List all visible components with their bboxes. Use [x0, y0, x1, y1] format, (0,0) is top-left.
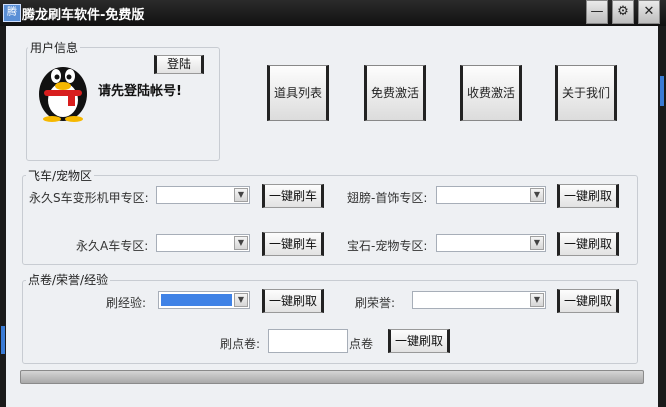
minimize-button[interactable]: — — [586, 0, 608, 24]
points-legend: 点卷/荣誉/经验 — [26, 271, 111, 288]
honor-refresh-button[interactable]: 一键刷取 — [557, 289, 619, 313]
coupon-input[interactable] — [268, 329, 348, 353]
chevron-down-icon[interactable]: ▼ — [530, 293, 544, 307]
honor-select[interactable]: ▼ — [412, 291, 546, 309]
gem-pet-label: 宝石-宠物专区: — [347, 239, 428, 253]
exp-select[interactable]: ▼ — [158, 291, 250, 309]
user-info-legend: 用户信息 — [28, 39, 81, 56]
exp-select-highlight — [161, 294, 232, 306]
gem-pet-refresh-button[interactable]: 一键刷取 — [557, 232, 619, 256]
right-frame — [658, 26, 666, 407]
app-icon: 腾 — [3, 4, 21, 22]
about-us-button[interactable]: 关于我们 — [555, 65, 617, 121]
app-window: 腾 腾龙刷车软件-免费版 — ⚙ ✕ 用户信息 登陆 请先登陆帐号! 道具列表 … — [0, 0, 666, 407]
vehicle-pet-legend: 飞车/宠物区 — [26, 167, 95, 184]
chevron-down-icon[interactable]: ▼ — [234, 293, 248, 307]
coupon-label: 刷点卷: — [220, 337, 261, 351]
close-button[interactable]: ✕ — [638, 0, 660, 24]
login-prompt: 请先登陆帐号! — [98, 84, 182, 99]
wings-select[interactable]: ▼ — [436, 186, 546, 204]
title-bar[interactable]: 腾 腾龙刷车软件-免费版 — ⚙ ✕ — [0, 0, 666, 26]
exp-label: 刷经验: — [106, 296, 147, 310]
s-car-label: 永久S车变形机甲专区: — [29, 191, 149, 205]
paid-activate-button[interactable]: 收费激活 — [460, 65, 522, 121]
chevron-down-icon[interactable]: ▼ — [530, 236, 544, 250]
a-car-select[interactable]: ▼ — [156, 234, 250, 252]
chevron-down-icon[interactable]: ▼ — [234, 236, 248, 250]
wings-refresh-button[interactable]: 一键刷取 — [557, 184, 619, 208]
a-car-refresh-button[interactable]: 一键刷车 — [262, 232, 324, 256]
honor-label: 刷荣誉: — [355, 296, 396, 310]
wings-label: 翅膀-首饰专区: — [347, 191, 428, 205]
s-car-select[interactable]: ▼ — [156, 186, 250, 204]
item-list-button[interactable]: 道具列表 — [267, 65, 329, 121]
free-activate-button[interactable]: 免费激活 — [364, 65, 426, 121]
a-car-label: 永久A车专区: — [76, 239, 149, 253]
chevron-down-icon[interactable]: ▼ — [530, 188, 544, 202]
settings-icon[interactable]: ⚙ — [612, 0, 634, 24]
gem-pet-select[interactable]: ▼ — [436, 234, 546, 252]
avatar — [39, 67, 87, 122]
coupon-unit-label: 点卷 — [349, 337, 374, 351]
left-accent — [1, 326, 5, 354]
s-car-refresh-button[interactable]: 一键刷车 — [262, 184, 324, 208]
right-accent — [660, 76, 664, 106]
exp-refresh-button[interactable]: 一键刷取 — [262, 289, 324, 313]
login-button[interactable]: 登陆 — [154, 55, 204, 74]
coupon-refresh-button[interactable]: 一键刷取 — [388, 329, 450, 353]
left-frame — [0, 26, 6, 407]
window-title: 腾龙刷车软件-免费版 — [22, 8, 145, 23]
progress-bar — [20, 370, 644, 384]
chevron-down-icon[interactable]: ▼ — [234, 188, 248, 202]
